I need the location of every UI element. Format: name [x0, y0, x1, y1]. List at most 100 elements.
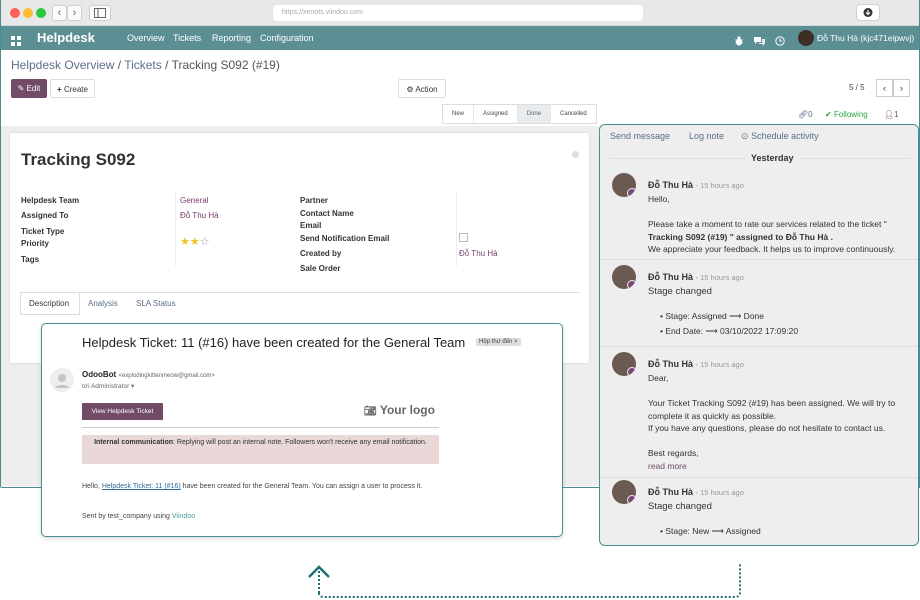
breadcrumb-helpdesk-overview[interactable]: Helpdesk Overview — [11, 58, 114, 72]
view-helpdesk-ticket-button[interactable]: View Helpdesk Ticket — [82, 403, 163, 420]
author-avatar[interactable] — [612, 173, 636, 197]
author-avatar[interactable] — [612, 352, 636, 376]
created-by-value[interactable]: Đỗ Thu Hà — [459, 249, 498, 258]
menu-tickets[interactable]: Tickets — [173, 26, 201, 50]
maximize-window-icon[interactable] — [36, 8, 46, 18]
connector-arrow-icon — [308, 564, 741, 598]
star-filled-icon[interactable]: ★ — [180, 236, 190, 248]
sender-line: OdooBot <explodingkittenmeow@gmail.com> — [82, 370, 215, 379]
chatter-message: Đỗ Thu Hà - 15 hours ago Hello, Please t… — [600, 169, 918, 259]
following-button[interactable]: ✔ Following — [825, 110, 868, 119]
email-subject: Helpdesk Ticket: 11 (#16) have been crea… — [82, 335, 466, 350]
schedule-activity-button[interactable]: ⊙ Schedule activity — [741, 131, 819, 142]
menu-reporting[interactable]: Reporting — [212, 26, 251, 50]
stage-new[interactable]: New — [443, 105, 475, 123]
assigned-to-value[interactable]: Đỗ Thu Hà — [180, 211, 219, 220]
sender-avatar-icon — [50, 368, 74, 392]
breadcrumb-separator: / — [165, 58, 169, 72]
create-button[interactable]: + Create — [50, 79, 95, 98]
paperclip-icon: 🔗︎ — [798, 110, 809, 119]
plus-icon: + — [57, 85, 62, 94]
check-icon: ✔ — [825, 110, 832, 119]
action-button-label: Action — [415, 85, 438, 94]
menu-configuration[interactable]: Configuration — [260, 26, 314, 50]
tab-description[interactable]: Description — [29, 299, 69, 308]
action-button[interactable]: ⚙ Action — [398, 79, 446, 98]
next-record-icon[interactable]: › — [893, 79, 910, 97]
message-body: Hello, Please take a moment to rate our … — [648, 194, 896, 254]
messages-icon[interactable] — [754, 33, 765, 46]
label-assigned-to: Assigned To — [21, 211, 69, 220]
download-icon[interactable] — [856, 4, 880, 21]
message-time: - 15 hours ago — [695, 273, 744, 282]
read-more-link[interactable]: read more — [648, 460, 910, 473]
message-author[interactable]: Đỗ Thu Hà - 15 hours ago — [648, 359, 744, 369]
viindoo-link[interactable]: Viindoo — [172, 513, 195, 520]
status-indicator-icon[interactable] — [572, 151, 579, 158]
pencil-icon: ✎ — [17, 84, 25, 93]
previous-record-icon[interactable]: ‹ — [876, 79, 893, 97]
bug-icon[interactable] — [734, 33, 744, 46]
chatter-panel: Send message Log note ⊙ Schedule activit… — [599, 124, 919, 546]
camera-icon: 📷︎ — [364, 406, 377, 417]
field-divider — [175, 193, 176, 266]
label-sale-order: Sale Order — [300, 264, 341, 273]
star-empty-icon[interactable]: ☆ — [200, 236, 210, 248]
app-title[interactable]: Helpdesk — [37, 26, 95, 50]
email-body: Hello, Helpdesk Ticket: 11 (#16) have be… — [82, 483, 423, 490]
message-author[interactable]: Đỗ Thu Hà - 15 hours ago — [648, 487, 744, 497]
message-author[interactable]: Đỗ Thu Hà - 15 hours ago — [648, 180, 744, 190]
author-avatar[interactable] — [612, 480, 636, 504]
minimize-window-icon[interactable] — [23, 8, 33, 18]
stage-cancelled[interactable]: Cancelled — [551, 105, 596, 123]
log-note-button[interactable]: Log note — [689, 131, 724, 141]
address-bar[interactable]: https://xenots.viindoo.com — [273, 5, 643, 21]
message-author[interactable]: Đỗ Thu Hà - 15 hours ago — [648, 272, 744, 282]
stage-assigned[interactable]: Assigned — [474, 105, 518, 123]
back-arrow-icon[interactable]: ‹ — [52, 5, 67, 21]
tracking-item: • Stage: Assigned ⟶ Done — [660, 311, 765, 321]
ticket-link[interactable]: Helpdesk Ticket: 11 (#16) — [102, 483, 181, 490]
author-avatar[interactable] — [612, 265, 636, 289]
sender-email: <explodingkittenmeow@gmail.com> — [118, 373, 215, 379]
label-created-by: Created by — [300, 249, 342, 258]
breadcrumb-current: Tracking S092 (#19) — [171, 58, 280, 72]
clock-icon[interactable] — [775, 33, 785, 46]
helpdesk-team-value[interactable]: General — [180, 196, 208, 205]
breadcrumb: Helpdesk Overview / Tickets / Tracking S… — [11, 58, 280, 72]
stage-done[interactable]: Done — [517, 105, 552, 123]
tab-analysis[interactable]: Analysis — [88, 299, 118, 308]
send-notification-checkbox[interactable] — [459, 233, 468, 242]
company-logo: 📷︎ Your logo — [364, 403, 435, 417]
tracking-item: • Stage: New ⟶ Assigned — [660, 526, 761, 536]
ticket-title[interactable]: Tracking S092 — [21, 150, 135, 170]
star-filled-icon[interactable]: ★ — [190, 236, 200, 248]
priority-stars[interactable]: ★★☆ — [180, 235, 210, 248]
tabs-divider — [20, 292, 580, 293]
forward-arrow-icon[interactable]: › — [67, 5, 82, 21]
recipient-line[interactable]: tới Administrator ▾ — [82, 382, 134, 390]
followers-counter[interactable]: 👤︎1 — [884, 110, 899, 119]
sidebar-toggle-icon[interactable] — [89, 5, 111, 21]
top-navbar: Helpdesk Overview Tickets Reporting Conf… — [1, 26, 919, 51]
label-ticket-type: Ticket Type — [21, 227, 65, 236]
inbox-badge[interactable]: Hộp thư đến × — [476, 338, 521, 346]
label-contact-name: Contact Name — [300, 209, 354, 218]
label-helpdesk-team: Helpdesk Team — [21, 196, 80, 205]
user-avatar[interactable] — [798, 30, 814, 46]
label-send-notification-email: Send Notification Email — [300, 234, 390, 243]
send-message-button[interactable]: Send message — [610, 131, 670, 141]
close-window-icon[interactable] — [10, 8, 20, 18]
chatter-message: Đỗ Thu Hà - 15 hours ago Dear, Your Tick… — [600, 346, 918, 476]
apps-grid-icon[interactable] — [11, 33, 21, 51]
tracking-item: • End Date: ⟶ 03/10/2022 17:09:20 — [660, 325, 799, 336]
attachments-counter[interactable]: 🔗︎0 — [798, 110, 813, 119]
breadcrumb-tickets[interactable]: Tickets — [124, 58, 162, 72]
clock-icon: ⊙ — [741, 131, 749, 141]
menu-overview[interactable]: Overview — [127, 26, 165, 50]
edit-button[interactable]: ✎ Edit — [11, 79, 47, 98]
tab-sla-status[interactable]: SLA Status — [136, 299, 176, 308]
user-name[interactable]: Đỗ Thu Hà (kjc471eipwvj) — [817, 26, 914, 50]
sender-name: OdooBot — [82, 370, 117, 379]
message-time: - 15 hours ago — [695, 360, 744, 369]
